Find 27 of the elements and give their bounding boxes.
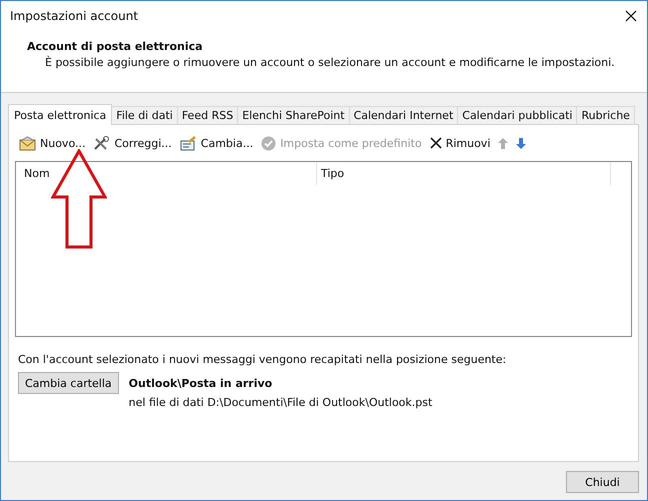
toolbar-button[interactable]: Rimuovi bbox=[430, 136, 490, 150]
column-header[interactable]: Nom bbox=[16, 162, 317, 185]
tab[interactable]: Rubriche bbox=[576, 106, 635, 124]
window-title: Impostazioni account bbox=[10, 9, 138, 23]
tab[interactable]: Calendari pubblicati bbox=[457, 106, 578, 124]
change-folder-button[interactable]: Cambia cartella bbox=[18, 372, 119, 394]
x-icon bbox=[430, 137, 442, 149]
envelope-icon bbox=[19, 136, 36, 150]
data-file-path: nel file di dati D:\Documenti\File di Outlook\Outlook.pst bbox=[128, 396, 432, 409]
tab[interactable]: Posta elettronica bbox=[8, 104, 112, 125]
toolbar-button[interactable]: Correggi... bbox=[93, 136, 172, 150]
section-title: Account di posta elettronica bbox=[27, 40, 204, 53]
account-list[interactable]: Nom Tipo bbox=[15, 161, 632, 337]
move-down-button[interactable] bbox=[516, 138, 526, 148]
toolbar-button[interactable]: Cambia... bbox=[180, 136, 254, 150]
close-button[interactable]: Chiudi bbox=[566, 471, 639, 493]
arrow-down-icon bbox=[516, 138, 526, 148]
tools-icon bbox=[93, 136, 110, 150]
card-pencil-icon bbox=[180, 136, 197, 150]
folder-path: Outlook\Posta in arrivo bbox=[128, 377, 274, 390]
arrow-up-icon bbox=[498, 138, 508, 148]
section-description: È possibile aggiungere o rimuovere un account o selezionare un account e modificarne le impostazioni. bbox=[44, 56, 616, 69]
toolbar-button[interactable]: Nuovo... bbox=[19, 136, 86, 150]
close-icon[interactable] bbox=[625, 10, 637, 22]
column-header[interactable]: Tipo bbox=[317, 162, 611, 185]
delivery-text: Con l'account selezionato i nuovi messaggi vengono recapitati nella posizione seguente: bbox=[18, 353, 508, 366]
check-circle-icon bbox=[261, 136, 276, 150]
